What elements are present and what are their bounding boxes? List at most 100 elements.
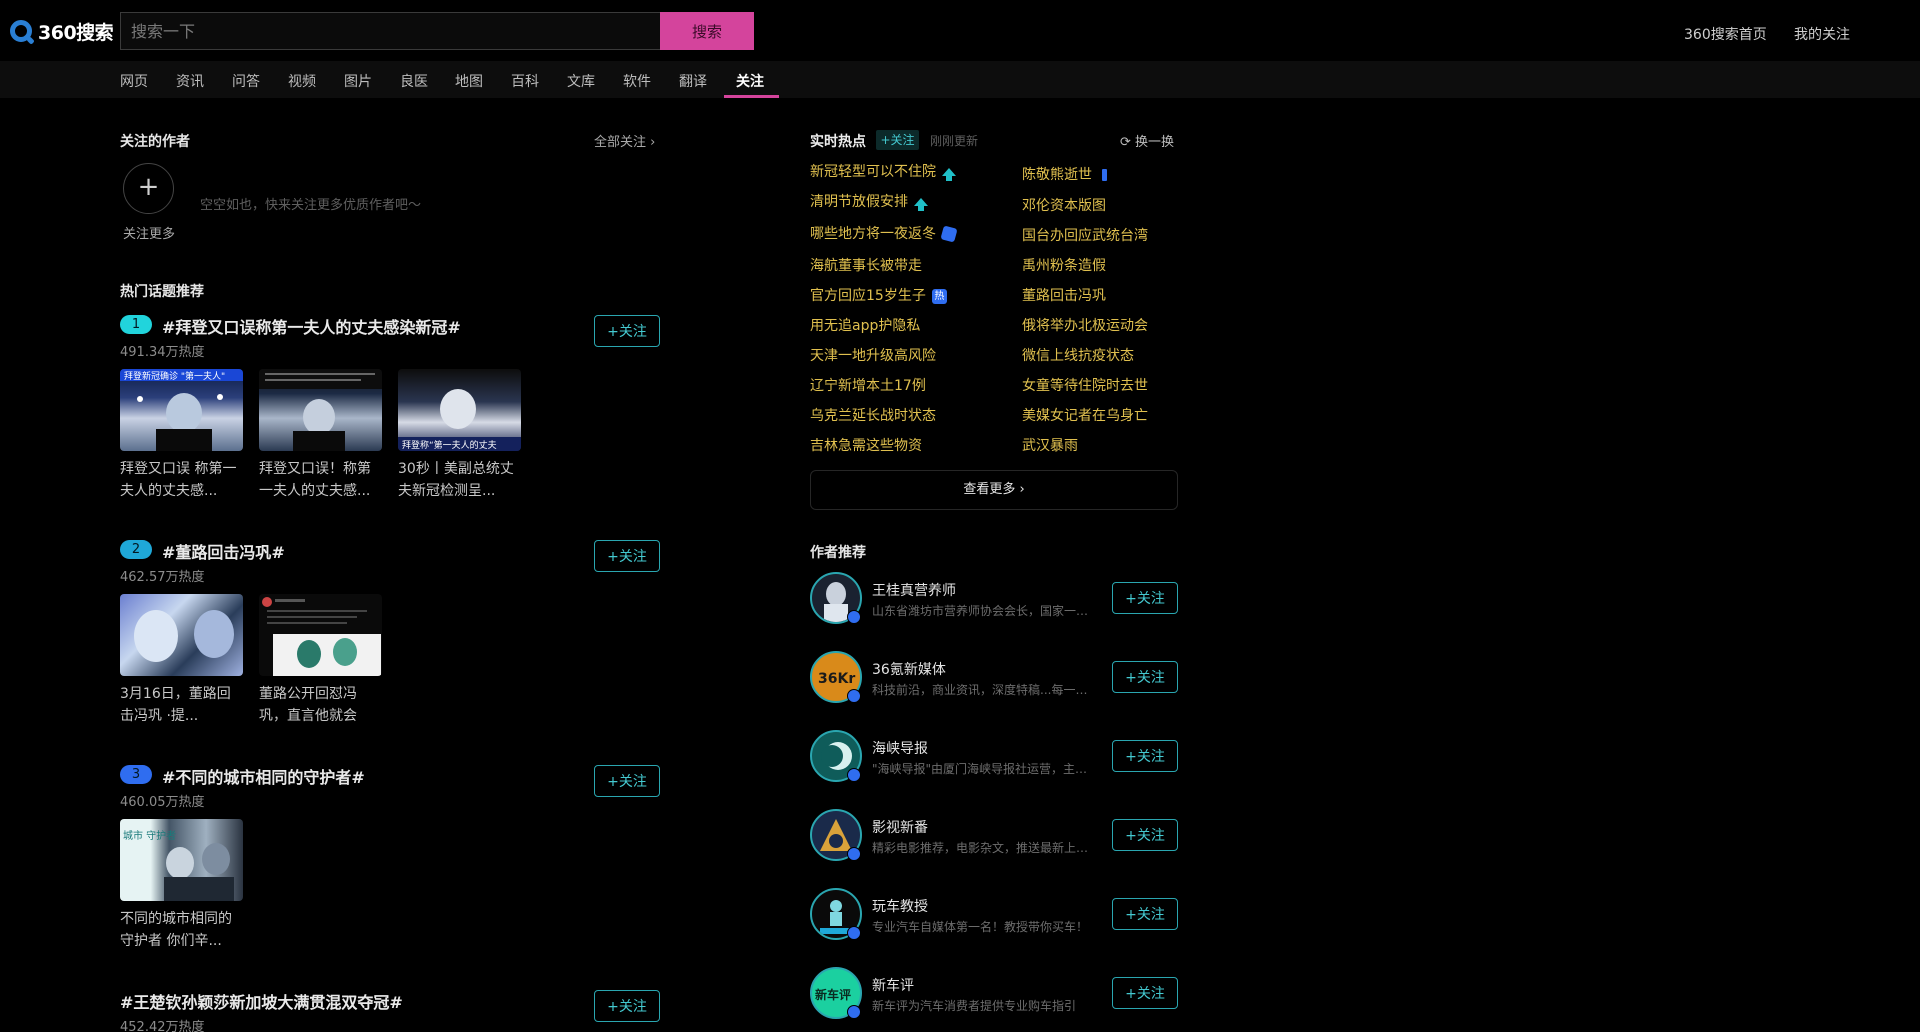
topic-follow-button[interactable]: +关注: [594, 540, 660, 572]
topic-thumbnail[interactable]: 城市 守护者: [120, 819, 243, 901]
author-name[interactable]: 海峡导报: [872, 738, 928, 758]
thumbnail-caption[interactable]: 不同的城市相同的守护者 你们辛...: [120, 908, 244, 952]
topic-heat: 452.42万热度: [120, 1020, 205, 1032]
candle-icon: [1102, 169, 1107, 181]
hot-item[interactable]: 武汉暴雨: [1022, 435, 1078, 455]
author-follow-button[interactable]: +关注: [1112, 977, 1178, 1009]
add-follow-label[interactable]: 关注更多: [123, 223, 175, 242]
refresh-label: 换一换: [1135, 135, 1175, 150]
author-name[interactable]: 新车评: [872, 975, 914, 995]
author-follow-button[interactable]: +关注: [1112, 819, 1178, 851]
tab-video[interactable]: 视频: [288, 71, 316, 91]
hot-item[interactable]: 邓伦资本版图: [1022, 195, 1106, 215]
thumbnail-caption[interactable]: 董路公开回怼冯巩，直言他就会: [259, 683, 383, 727]
new-badge-icon: [940, 225, 958, 243]
verified-icon: [847, 768, 861, 782]
hot-item[interactable]: 禹州粉条造假: [1022, 255, 1106, 275]
author-follow-button[interactable]: +关注: [1112, 661, 1178, 693]
refresh-icon: ⟳: [1120, 135, 1131, 150]
my-follow-link[interactable]: 我的关注: [1794, 24, 1850, 44]
hot-item[interactable]: 陈敬熊逝世: [1022, 164, 1107, 184]
logo[interactable]: 360搜索: [10, 18, 114, 44]
verified-icon: [847, 1005, 861, 1019]
thumbnail-caption[interactable]: 拜登又口误 称第一夫人的丈夫感...: [120, 458, 244, 502]
tab-translate[interactable]: 翻译: [679, 71, 707, 91]
search-button[interactable]: 搜索: [660, 12, 754, 50]
topic-follow-button[interactable]: +关注: [594, 765, 660, 797]
author-name[interactable]: 王桂真营养师: [872, 580, 956, 600]
topic-title[interactable]: #董路回击冯巩#: [162, 539, 285, 563]
add-follow-button[interactable]: +: [123, 163, 174, 214]
hot-item[interactable]: 用无追app护隐私: [810, 315, 920, 335]
topic-title[interactable]: #拜登又口误称第一夫人的丈夫感染新冠#: [162, 314, 461, 338]
thumbnail-caption[interactable]: 拜登又口误！称第一夫人的丈夫感...: [259, 458, 383, 502]
thumbnail-image: [259, 369, 382, 451]
topic-heat: 462.57万热度: [120, 570, 205, 585]
tab-wenku[interactable]: 文库: [567, 71, 595, 91]
hot-item[interactable]: 国台办回应武统台湾: [1022, 225, 1148, 245]
topic-title[interactable]: #王楚钦孙颖莎新加坡大满贯混双夺冠#: [120, 989, 403, 1013]
topic-thumbnail[interactable]: [259, 594, 382, 676]
author-name[interactable]: 玩车教授: [872, 896, 928, 916]
author-desc: "海峡导报"由厦门海峡导报社运营，主要发布新闻: [872, 762, 1097, 776]
tab-image[interactable]: 图片: [344, 71, 372, 91]
topic-thumbnail[interactable]: [120, 594, 243, 676]
hot-item[interactable]: 微信上线抗疫状态: [1022, 345, 1134, 365]
thumbnail-caption[interactable]: 30秒丨美副总统丈夫新冠检测呈...: [398, 458, 522, 502]
tab-qa[interactable]: 问答: [232, 71, 260, 91]
header: 360搜索 搜索 360搜索首页 我的关注: [0, 0, 1920, 61]
thumbnail-image: [134, 610, 234, 662]
hot-item[interactable]: 新冠轻型可以不住院: [810, 161, 956, 181]
tab-map[interactable]: 地图: [455, 71, 483, 91]
topic-thumbnail[interactable]: 拜登新冠确诊 "第一夫人": [120, 369, 243, 451]
hot-item[interactable]: 俄将举办北极运动会: [1022, 315, 1148, 335]
topic-follow-button[interactable]: +关注: [594, 990, 660, 1022]
hot-badge-icon: 热: [931, 288, 947, 304]
topic-title[interactable]: #不同的城市相同的守护者#: [162, 764, 365, 788]
author-follow-button[interactable]: +关注: [1112, 898, 1178, 930]
hot-item[interactable]: 哪些地方将一夜返冬: [810, 223, 958, 243]
tab-web[interactable]: 网页: [120, 71, 148, 91]
thumbnail-image: [262, 597, 381, 676]
author-follow-button[interactable]: +关注: [1112, 582, 1178, 614]
hot-item[interactable]: 董路回击冯巩: [1022, 285, 1106, 305]
hot-item[interactable]: 清明节放假安排: [810, 191, 928, 211]
author-name[interactable]: 影视新番: [872, 817, 928, 837]
topic-thumbnail[interactable]: 拜登称“第一夫人的丈夫: [398, 369, 521, 451]
hot-item[interactable]: 乌克兰延长战时状态: [810, 405, 936, 425]
all-follow-link[interactable]: 全部关注 ›: [594, 131, 655, 150]
hot-item[interactable]: 天津一地升级高风险: [810, 345, 936, 365]
home-link[interactable]: 360搜索首页: [1684, 24, 1767, 44]
author-desc: 精彩电影推荐，电影杂文，推送最新上映影讯: [872, 841, 1097, 855]
refresh-button[interactable]: ⟳ 换一换: [1120, 131, 1174, 150]
tab-doctor[interactable]: 良医: [400, 71, 428, 91]
author-recommend-title: 作者推荐: [810, 545, 866, 561]
hot-item[interactable]: 美媒女记者在乌身亡: [1022, 405, 1148, 425]
author-desc: 新车评为汽车消费者提供专业购车指引: [872, 999, 1077, 1013]
tab-baike[interactable]: 百科: [511, 71, 539, 91]
hot-item[interactable]: 女童等待住院时去世: [1022, 375, 1148, 395]
search-input[interactable]: [120, 12, 661, 50]
rank-badge: 3: [120, 765, 152, 784]
verified-icon: [847, 847, 861, 861]
view-more-button[interactable]: 查看更多 ›: [810, 470, 1178, 510]
realtime-updated: 刚刚更新: [930, 134, 979, 148]
thumbnail-overlay-text: 拜登称“第一夫人的丈夫: [402, 439, 497, 451]
view-more-label: 查看更多: [963, 482, 1016, 497]
topic-thumbnail[interactable]: [259, 369, 382, 451]
hot-item[interactable]: 吉林急需这些物资: [810, 435, 922, 455]
thumbnail-caption[interactable]: 3月16日，董路回击冯巩 ·提...: [120, 683, 244, 727]
verified-icon: [847, 689, 861, 703]
realtime-title: 实时热点: [810, 134, 866, 150]
hot-item[interactable]: 辽宁新增本土17例: [810, 375, 926, 395]
hot-item[interactable]: 官方回应15岁生子热: [810, 285, 947, 305]
tab-software[interactable]: 软件: [623, 71, 651, 91]
realtime-follow-button[interactable]: +关注: [876, 130, 919, 150]
topic-follow-button[interactable]: +关注: [594, 315, 660, 347]
author-name[interactable]: 36氪新媒体: [872, 659, 946, 679]
hot-item[interactable]: 海航董事长被带走: [810, 255, 922, 275]
tab-news[interactable]: 资讯: [176, 71, 204, 91]
thumbnail-image: 拜登新冠确诊 "第一夫人": [120, 369, 243, 451]
tab-follow[interactable]: 关注: [736, 71, 764, 91]
author-follow-button[interactable]: +关注: [1112, 740, 1178, 772]
